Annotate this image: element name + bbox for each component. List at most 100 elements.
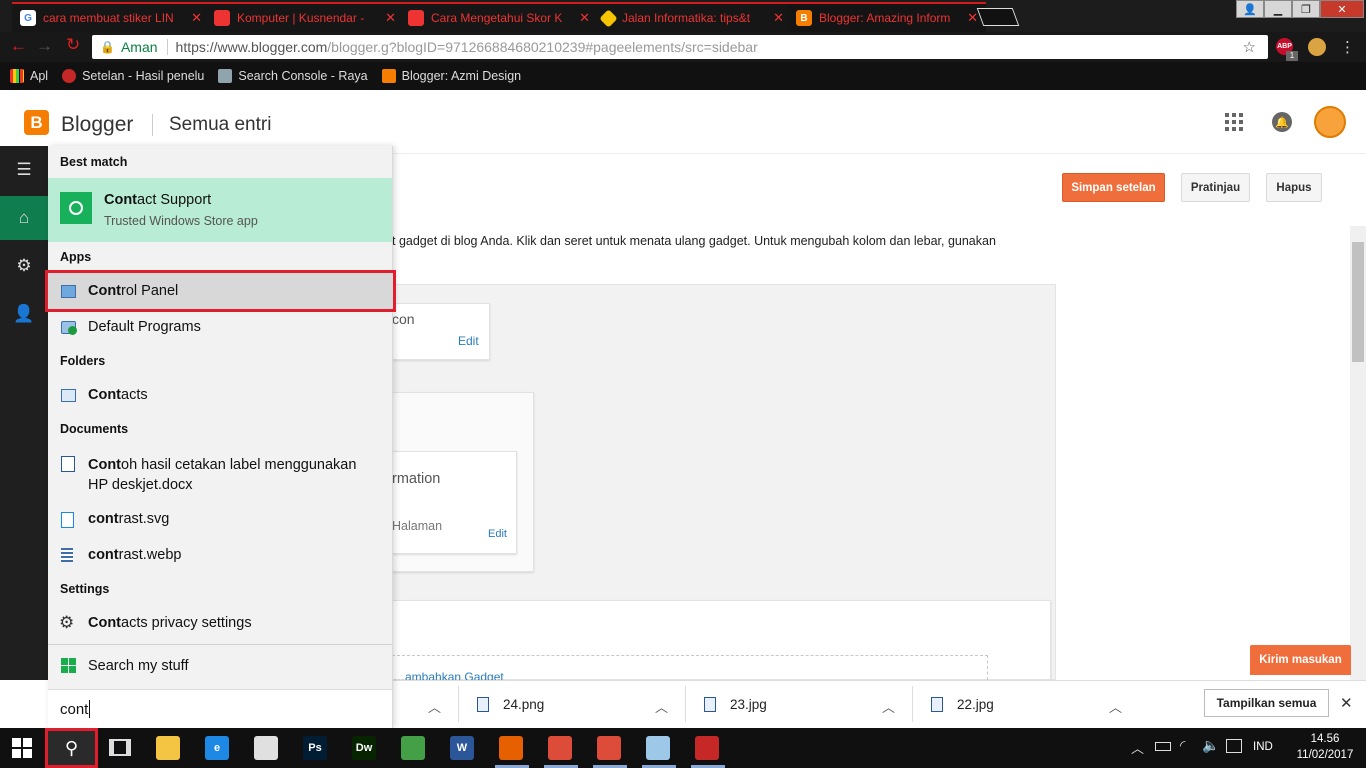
- show-all-downloads-button[interactable]: Tampilkan semua: [1204, 689, 1329, 717]
- battery-icon[interactable]: [1155, 742, 1171, 751]
- edge-icon[interactable]: e: [205, 736, 229, 760]
- bookmark-item[interactable]: Blogger: Azmi Design: [381, 69, 521, 83]
- photoshop-icon[interactable]: Ps: [303, 736, 327, 760]
- bookmark-label: Apl: [30, 69, 49, 83]
- close-tab-icon[interactable]: ✕: [191, 10, 202, 26]
- user-icon[interactable]: 👤: [0, 292, 48, 336]
- forward-icon[interactable]: →: [36, 36, 53, 56]
- chrome-alt-icon[interactable]: [597, 736, 621, 760]
- download-filename: 23.jpg: [730, 697, 767, 712]
- avatar[interactable]: [1314, 106, 1346, 138]
- chevron-up-icon[interactable]: ︿: [428, 697, 441, 716]
- save-settings-button[interactable]: Simpan setelan: [1062, 173, 1165, 202]
- blogger-logo-icon[interactable]: B: [24, 110, 49, 135]
- close-window-button[interactable]: ✕: [1320, 0, 1364, 18]
- gadget-subtitle: Halaman: [392, 519, 443, 533]
- tab-title: Jalan Informatika: tips&t: [622, 11, 751, 25]
- result-contacts-folder[interactable]: Contacts: [88, 387, 148, 403]
- wifi-icon[interactable]: ◜: [1180, 737, 1185, 754]
- download-item[interactable]: 23.jpg: [704, 697, 767, 712]
- browser-tab[interactable]: Komputer | Kusnendar - ✕: [206, 2, 404, 32]
- restore-button[interactable]: ❐: [1292, 0, 1320, 18]
- search-input[interactable]: cont: [48, 689, 392, 728]
- file-explorer-icon[interactable]: [156, 736, 180, 760]
- scrollbar-thumb[interactable]: [1352, 242, 1364, 362]
- close-tab-icon[interactable]: ✕: [579, 10, 590, 26]
- divider: [166, 39, 168, 55]
- search-my-stuff-button[interactable]: Search my stuff: [88, 658, 188, 674]
- user-icon[interactable]: 👤: [1236, 0, 1264, 18]
- result-document[interactable]: contrast.webp: [88, 547, 181, 563]
- apps-grid-icon[interactable]: [1225, 113, 1243, 131]
- notifications-bell-icon[interactable]: 🔔: [1272, 112, 1292, 132]
- download-item[interactable]: 22.jpg: [931, 697, 994, 712]
- best-match-result[interactable]: [48, 178, 392, 242]
- minimize-button[interactable]: ▁: [1264, 0, 1292, 18]
- result-settings[interactable]: Contacts privacy settings: [88, 615, 252, 631]
- gadget-edit-link[interactable]: Edit: [488, 528, 507, 540]
- google-icon: G: [20, 10, 36, 26]
- browser-tab[interactable]: Jalan Informatika: tips&t ✕: [594, 2, 792, 32]
- language-indicator[interactable]: IND: [1253, 741, 1273, 753]
- abp-count: 1: [1286, 51, 1298, 61]
- chevron-up-icon[interactable]: ︿: [1131, 738, 1144, 757]
- chevron-up-icon[interactable]: ︿: [1109, 697, 1122, 716]
- word-icon[interactable]: W: [450, 736, 474, 760]
- extension-icon[interactable]: [1308, 38, 1326, 56]
- gear-icon[interactable]: ⚙: [0, 244, 48, 288]
- close-icon[interactable]: ✕: [1340, 694, 1353, 712]
- contact-support-icon: [60, 192, 92, 224]
- bookmark-label: Search Console - Raya: [238, 69, 368, 83]
- search-icon: ⚲: [64, 737, 79, 758]
- task-view-icon[interactable]: [109, 739, 131, 756]
- bookmark-item[interactable]: Search Console - Raya: [218, 69, 368, 83]
- bookmark-apps[interactable]: Apl: [10, 69, 48, 83]
- add-gadget-area[interactable]: …ambahkan Gadget: [392, 655, 988, 680]
- chevron-up-icon[interactable]: ︿: [655, 697, 668, 716]
- gadget-edit-link[interactable]: Edit: [458, 334, 479, 348]
- snipping-tool-icon[interactable]: [695, 736, 719, 760]
- page-title[interactable]: Semua entri: [169, 114, 271, 136]
- send-feedback-button[interactable]: Kirim masukan: [1250, 645, 1351, 675]
- tab-title: Blogger: Amazing Inform: [819, 11, 951, 25]
- notepad-icon[interactable]: [646, 736, 670, 760]
- firefox-icon[interactable]: [499, 736, 523, 760]
- close-tab-icon[interactable]: ✕: [385, 10, 396, 26]
- dreamweaver-icon[interactable]: Dw: [352, 736, 376, 760]
- address-bar[interactable]: 🔒 Aman https://www.blogger.com/blogger.g…: [92, 35, 1268, 59]
- new-tab-button[interactable]: [976, 8, 1020, 26]
- clock-date: 11/02/2017: [1296, 749, 1354, 761]
- clock[interactable]: 14.56 11/02/2017: [1290, 731, 1360, 763]
- bookmark-item[interactable]: Setelan - Hasil penelu: [62, 69, 204, 83]
- result-default-programs[interactable]: Default Programs: [88, 319, 201, 335]
- home-icon[interactable]: ⌂: [0, 196, 48, 240]
- result-document[interactable]: Contoh hasil cetakan label menggunakan HP…: [88, 455, 356, 495]
- back-icon[interactable]: ←: [10, 36, 27, 56]
- hamburger-menu-icon[interactable]: ☰: [0, 148, 48, 192]
- search-button[interactable]: ⚲: [45, 728, 98, 768]
- section-header: Apps: [60, 250, 92, 264]
- browser-tab-active[interactable]: B Blogger: Amazing Inform ✕: [788, 2, 986, 32]
- highlight-annotation-box: [45, 270, 396, 312]
- recycle-app-icon[interactable]: [401, 736, 425, 760]
- chrome-icon[interactable]: [548, 736, 572, 760]
- gear-icon: ⚙: [59, 613, 75, 632]
- result-document[interactable]: contrast.svg: [88, 511, 169, 527]
- store-icon[interactable]: [254, 736, 278, 760]
- delete-button[interactable]: Hapus: [1266, 173, 1322, 202]
- start-button[interactable]: [12, 738, 32, 758]
- chevron-up-icon[interactable]: ︿: [882, 697, 895, 716]
- preview-button[interactable]: Pratinjau: [1181, 173, 1250, 202]
- add-gadget-link[interactable]: …ambahkan Gadget: [393, 670, 504, 680]
- action-center-icon[interactable]: [1226, 739, 1242, 753]
- browser-tab[interactable]: Cara Mengetahui Skor K ✕: [400, 2, 598, 32]
- bookmark-star-icon[interactable]: ☆: [1243, 38, 1256, 56]
- volume-icon[interactable]: 🔈: [1202, 737, 1219, 754]
- browser-tab[interactable]: Gcara membuat stiker LIN ✕: [12, 2, 210, 32]
- close-tab-icon[interactable]: ✕: [773, 10, 784, 26]
- reload-icon[interactable]: ↻: [66, 35, 80, 55]
- tab-title: cara membuat stiker LIN: [43, 11, 174, 25]
- download-item[interactable]: 24.png: [477, 697, 544, 712]
- close-tab-icon[interactable]: ✕: [967, 10, 978, 26]
- menu-icon[interactable]: ⋮: [1340, 38, 1355, 56]
